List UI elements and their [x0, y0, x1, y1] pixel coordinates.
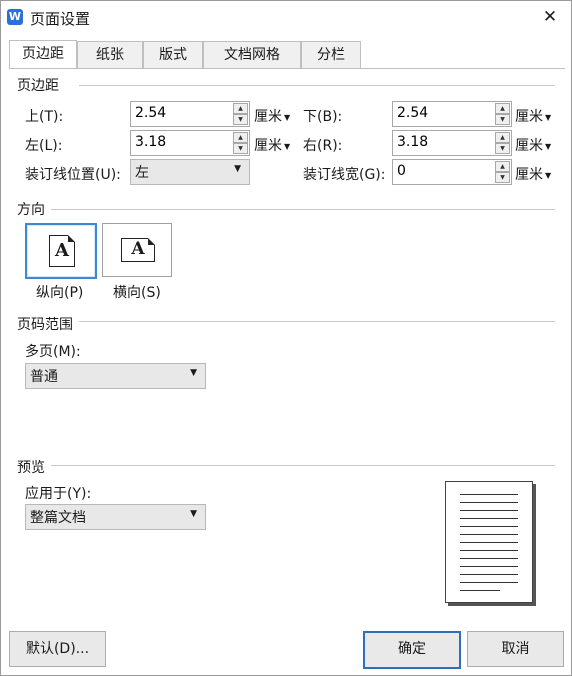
- right-margin-label: 右(R):: [303, 138, 343, 154]
- tab-margins[interactable]: 页边距: [9, 40, 77, 69]
- unit-label: 厘米: [515, 138, 543, 154]
- chevron-down-icon: ▼: [545, 170, 552, 180]
- preview-line: [460, 542, 518, 543]
- spin-up-icon[interactable]: ▲: [495, 103, 510, 114]
- spin-down-icon[interactable]: ▼: [495, 143, 510, 154]
- portrait-option[interactable]: A: [25, 223, 97, 279]
- default-button[interactable]: 默认(D)...: [9, 631, 106, 667]
- chevron-down-icon: ▼: [545, 112, 552, 122]
- chevron-down-icon: ▼: [284, 141, 291, 151]
- right-margin-field: ▲ ▼: [392, 130, 512, 156]
- chevron-down-icon: ▼: [190, 509, 197, 519]
- apply-to-select[interactable]: 整篇文档 ▼: [25, 504, 206, 530]
- left-unit-dropdown[interactable]: 厘米 ▼: [254, 135, 290, 155]
- preview-section-title: 预览: [17, 460, 45, 476]
- gutter-width-label: 装订线宽(G):: [303, 167, 386, 183]
- close-icon[interactable]: ✕: [538, 5, 562, 29]
- preview-line: [460, 574, 518, 575]
- preview-line: [460, 494, 518, 495]
- divider: [79, 85, 555, 86]
- landscape-option[interactable]: A: [102, 223, 172, 277]
- spin-up-icon[interactable]: ▲: [233, 132, 248, 143]
- tab-paper[interactable]: 纸张: [77, 41, 143, 68]
- portrait-glyph-letter: A: [55, 240, 69, 261]
- preview-line: [460, 526, 518, 527]
- divider: [79, 321, 555, 322]
- spin-down-icon[interactable]: ▼: [233, 114, 248, 125]
- preview-line: [460, 510, 518, 511]
- preview-line: [460, 566, 518, 567]
- landscape-glyph-letter: A: [131, 239, 145, 259]
- gutter-width-input[interactable]: [395, 161, 491, 181]
- preview-line: [460, 558, 518, 559]
- bottom-unit-dropdown[interactable]: 厘米 ▼: [515, 106, 551, 126]
- gutter-width-field: ▲ ▼: [392, 159, 512, 185]
- portrait-label: 纵向(P): [36, 285, 84, 301]
- preview-line: [460, 502, 518, 503]
- chevron-down-icon: ▼: [545, 141, 552, 151]
- landscape-page-icon: A: [121, 238, 155, 262]
- preview-line: [460, 582, 518, 583]
- bottom-margin-input[interactable]: [395, 103, 491, 123]
- spin-up-icon[interactable]: ▲: [233, 103, 248, 114]
- gutter-unit-dropdown[interactable]: 厘米 ▼: [515, 164, 551, 184]
- app-icon: W: [7, 9, 23, 25]
- chevron-down-icon: ▼: [284, 112, 291, 122]
- top-margin-label: 上(T):: [25, 109, 64, 125]
- tab-content: 页边距 上(T): ▲ ▼ 厘米▼ 下(B): ▲ ▼ 厘米▼ 左(L): ▲ …: [9, 68, 565, 618]
- tab-layout[interactable]: 版式: [143, 41, 203, 68]
- multiple-pages-select[interactable]: 普通 ▼: [25, 363, 206, 389]
- apply-to-label: 应用于(Y):: [25, 486, 92, 502]
- preview-line: [460, 590, 500, 591]
- gutter-position-value: 左: [135, 165, 149, 181]
- preview-line: [460, 534, 518, 535]
- bottom-margin-label: 下(B):: [303, 109, 343, 125]
- top-unit-dropdown[interactable]: 厘米 ▼: [254, 106, 290, 126]
- spin-down-icon[interactable]: ▼: [233, 143, 248, 154]
- divider: [51, 465, 555, 466]
- page-range-section-title: 页码范围: [17, 317, 73, 333]
- multiple-pages-value: 普通: [30, 369, 58, 385]
- left-margin-field: ▲ ▼: [130, 130, 250, 156]
- top-margin-input[interactable]: [133, 103, 229, 123]
- spin-up-icon[interactable]: ▲: [495, 161, 510, 172]
- left-margin-label: 左(L):: [25, 138, 63, 154]
- top-margin-field: ▲ ▼: [130, 101, 250, 127]
- chevron-down-icon: ▼: [190, 368, 197, 378]
- margins-section-title: 页边距: [17, 78, 59, 94]
- gutter-position-select[interactable]: 左 ▼: [130, 159, 250, 185]
- cancel-button[interactable]: 取消: [467, 631, 564, 667]
- multiple-pages-label: 多页(M):: [25, 344, 81, 360]
- unit-label: 厘米: [515, 109, 543, 125]
- page-setup-dialog: W 页面设置 ✕ 页边距 纸张 版式 文档网格 分栏 页边距 上(T): ▲ ▼…: [0, 0, 572, 676]
- apply-to-value: 整篇文档: [30, 510, 86, 526]
- title-bar: W 页面设置 ✕: [1, 1, 571, 33]
- page-preview: [445, 481, 533, 603]
- portrait-page-icon: A: [49, 235, 75, 267]
- right-unit-dropdown[interactable]: 厘米 ▼: [515, 135, 551, 155]
- unit-label: 厘米: [254, 138, 282, 154]
- unit-label: 厘米: [515, 167, 543, 183]
- window-title: 页面设置: [30, 10, 91, 28]
- spin-down-icon[interactable]: ▼: [495, 114, 510, 125]
- chevron-down-icon: ▼: [234, 164, 241, 174]
- preview-line: [460, 518, 518, 519]
- tab-document-grid[interactable]: 文档网格: [203, 41, 301, 68]
- tab-columns[interactable]: 分栏: [301, 41, 361, 68]
- unit-label: 厘米: [254, 109, 282, 125]
- left-margin-input[interactable]: [133, 132, 229, 152]
- ok-button[interactable]: 确定: [363, 631, 461, 669]
- preview-line: [460, 550, 518, 551]
- gutter-position-label: 装订线位置(U):: [25, 167, 121, 183]
- orientation-section-title: 方向: [17, 202, 45, 218]
- bottom-margin-field: ▲ ▼: [392, 101, 512, 127]
- landscape-label: 横向(S): [113, 285, 161, 301]
- right-margin-input[interactable]: [395, 132, 491, 152]
- spin-up-icon[interactable]: ▲: [495, 132, 510, 143]
- divider: [51, 209, 555, 210]
- spin-down-icon[interactable]: ▼: [495, 172, 510, 183]
